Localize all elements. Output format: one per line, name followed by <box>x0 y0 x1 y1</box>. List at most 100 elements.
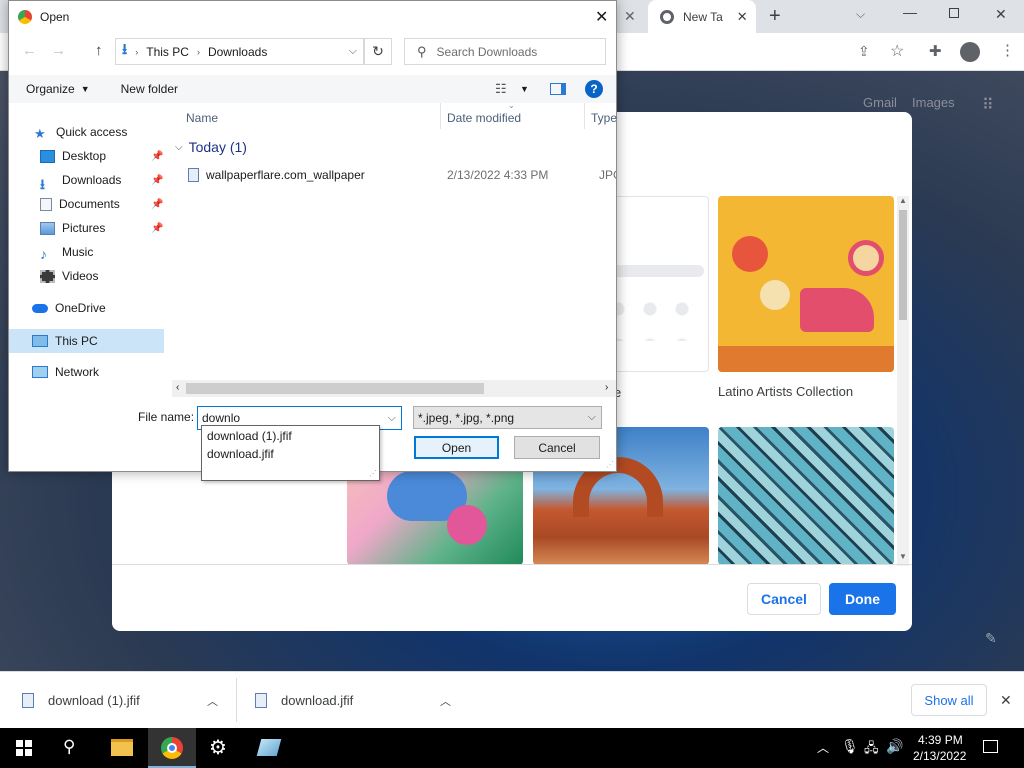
address-dropdown-icon[interactable]: ⌵ <box>349 45 357 58</box>
help-icon[interactable]: ? <box>585 80 603 98</box>
nav-network[interactable]: Network <box>32 361 99 383</box>
bookmark-star-icon[interactable]: ☆ <box>890 41 904 61</box>
minimize-icon[interactable]: — <box>903 4 917 20</box>
pin-icon[interactable]: 📌 <box>151 175 163 186</box>
done-button[interactable]: Done <box>829 583 896 615</box>
preview-pane-icon[interactable] <box>550 83 566 95</box>
nav-this-pc[interactable]: This PC <box>9 329 164 353</box>
notifications-icon[interactable] <box>983 740 998 753</box>
nav-documents[interactable]: Documents <box>40 193 120 215</box>
breadcrumb-this-pc[interactable]: This PC <box>146 45 189 59</box>
view-options-icon[interactable]: ☷ <box>495 81 507 97</box>
column-header-date[interactable]: Date modified <box>447 111 521 125</box>
images-link[interactable]: Images <box>912 95 955 110</box>
new-tab-button[interactable]: + <box>769 5 781 28</box>
view-dropdown-icon[interactable]: ▼ <box>520 84 529 94</box>
chevron-up-icon[interactable]: ︿ <box>440 693 451 709</box>
gmail-link[interactable]: Gmail <box>863 95 897 110</box>
scroll-left-icon[interactable]: ‹ <box>176 382 179 393</box>
resize-grip-icon[interactable]: ⋰ <box>606 460 614 469</box>
cancel-button[interactable]: Cancel <box>514 436 600 459</box>
search-downloads-input[interactable]: ⚲ Search Downloads <box>404 38 606 65</box>
breadcrumb-downloads[interactable]: Downloads <box>208 45 267 59</box>
open-button[interactable]: Open <box>414 436 499 459</box>
new-folder-button[interactable]: New folder <box>121 82 178 96</box>
file-type-select[interactable]: *.jpeg, *.jpg, *.png ⌵ <box>413 406 602 429</box>
column-header-type[interactable]: Type <box>591 111 617 125</box>
dialog-close-icon[interactable]: ✕ <box>595 7 608 27</box>
chevron-up-icon[interactable]: ︿ <box>207 693 218 709</box>
tab-title: New Ta <box>683 9 723 24</box>
close-downloads-icon[interactable]: ✕ <box>1000 692 1012 709</box>
cancel-button[interactable]: Cancel <box>747 583 821 615</box>
scroll-thumb[interactable] <box>899 210 907 320</box>
show-all-button[interactable]: Show all <box>911 684 987 716</box>
clock-date[interactable]: 2/13/2022 <box>913 749 966 763</box>
file-date-cell: 2/13/2022 4:33 PM <box>447 168 549 182</box>
nav-quick-access[interactable]: ★ Quick access <box>34 121 127 143</box>
forward-arrow-icon[interactable]: → <box>51 42 66 59</box>
scroll-down-icon[interactable]: ▼ <box>899 552 907 561</box>
profile-avatar[interactable] <box>960 42 980 62</box>
file-name-value: downlo <box>202 411 241 425</box>
group-header-today[interactable]: ⌵ Today (1) <box>175 139 247 155</box>
autocomplete-item[interactable]: download (1).jfif <box>207 429 292 443</box>
settings-gear-icon[interactable]: ⚙ <box>209 735 227 760</box>
nav-desktop[interactable]: Desktop <box>40 145 106 167</box>
nav-onedrive[interactable]: OneDrive <box>32 297 106 319</box>
download-item[interactable]: download.jfif ︿ <box>255 672 467 729</box>
pin-icon[interactable]: 📌 <box>151 223 163 234</box>
start-windows-icon[interactable] <box>16 740 32 756</box>
network-icon <box>32 366 48 378</box>
extensions-icon[interactable]: ✚ <box>929 42 942 60</box>
refresh-button[interactable]: ↻ <box>364 38 392 65</box>
network-icon[interactable]: 🖧 <box>864 739 879 761</box>
tab-close-icon[interactable]: ✕ <box>737 9 748 25</box>
up-arrow-icon[interactable]: ↑ <box>95 42 103 59</box>
tab-close-icon[interactable]: ✕ <box>624 8 636 25</box>
show-hidden-icons[interactable]: ︿ <box>817 739 829 756</box>
nav-pictures[interactable]: Pictures <box>40 217 105 239</box>
scroll-up-icon[interactable]: ▲ <box>899 196 907 205</box>
scroll-thumb[interactable] <box>186 383 484 394</box>
share-icon[interactable]: ⇪ <box>858 43 870 60</box>
file-type-value: *.jpeg, *.jpg, *.png <box>418 410 515 425</box>
close-window-icon[interactable]: ✕ <box>995 6 1007 23</box>
volume-icon[interactable]: 🔊 <box>886 738 903 755</box>
breadcrumb-separator-icon: › <box>196 46 200 57</box>
file-explorer-icon[interactable] <box>111 739 133 756</box>
apps-grid-icon[interactable]: ⠿ <box>982 95 994 115</box>
app-icon[interactable] <box>256 739 282 756</box>
autocomplete-item[interactable]: download.jfif <box>207 447 274 461</box>
customize-pencil-icon[interactable]: ✎ <box>985 630 997 647</box>
download-item[interactable]: download (1).jfif ︿ <box>22 672 234 729</box>
nav-music[interactable]: ♪ Music <box>40 241 93 263</box>
resize-grip-icon[interactable]: ⋰ <box>369 469 377 478</box>
address-bar[interactable]: ⭳ › This PC › Downloads ⌵ <box>115 38 364 65</box>
tab-search-icon[interactable]: ⌵ <box>856 7 865 22</box>
menu-kebab-icon[interactable]: ⋮ <box>1000 41 1015 59</box>
column-header-name[interactable]: Name <box>186 111 218 125</box>
restore-icon[interactable] <box>949 8 959 18</box>
nav-downloads[interactable]: ⭳ Downloads <box>40 169 121 192</box>
tab-new-tab[interactable]: New Ta ✕ <box>648 0 756 33</box>
chevron-down-icon[interactable]: ⌵ <box>388 412 396 425</box>
tile-latino-artists[interactable] <box>718 196 894 372</box>
download-arrow-icon: ⭳ <box>40 175 45 192</box>
horizontal-scrollbar[interactable]: ‹ › <box>172 380 616 397</box>
organize-menu[interactable]: Organize ▼ <box>26 82 90 96</box>
microphone-icon[interactable]: 🎙 <box>841 738 859 755</box>
table-row[interactable]: wallpaperflare.com_wallpaper 2/13/2022 4… <box>188 165 616 185</box>
search-icon[interactable]: ⚲ <box>63 737 75 757</box>
chrome-icon <box>660 9 674 24</box>
back-arrow-icon[interactable]: ← <box>22 42 37 59</box>
clock-time[interactable]: 4:39 PM <box>918 733 963 747</box>
pin-icon[interactable]: 📌 <box>151 151 163 162</box>
modal-scrollbar[interactable]: ▲ ▼ <box>897 196 909 566</box>
pin-icon[interactable]: 📌 <box>151 199 163 210</box>
nav-videos[interactable]: Videos <box>40 265 98 287</box>
tile-geometric-building[interactable] <box>718 427 894 565</box>
scroll-right-icon[interactable]: › <box>605 382 608 393</box>
search-placeholder: Search Downloads <box>436 44 538 59</box>
chrome-taskbar-icon[interactable] <box>148 728 196 768</box>
